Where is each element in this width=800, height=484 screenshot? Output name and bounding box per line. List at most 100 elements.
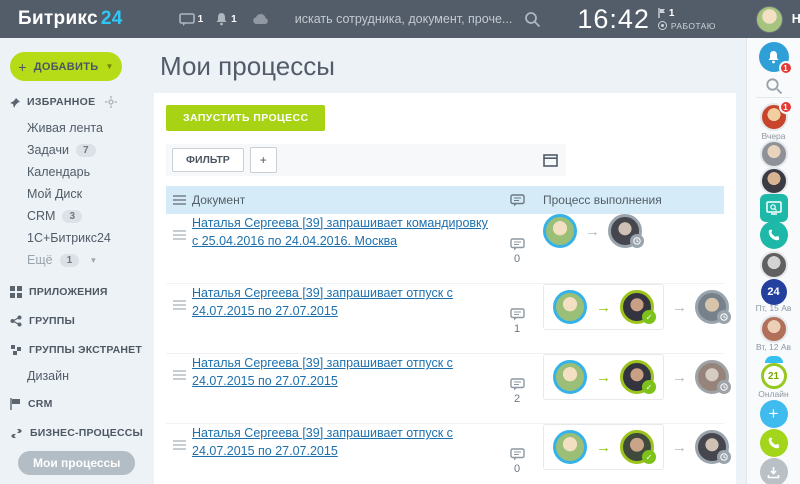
- rail-chat-contact[interactable]: [760, 251, 788, 279]
- comments-counter[interactable]: 1: [510, 284, 525, 353]
- check-badge-icon: ✓: [642, 380, 656, 394]
- add-button[interactable]: + ДОБАВИТЬ ▼: [10, 52, 122, 81]
- rail-scroll-indicator[interactable]: [765, 356, 783, 363]
- chat-messages-button[interactable]: 1: [179, 13, 204, 26]
- process-stages: → ✓ →: [543, 354, 729, 400]
- filter-button[interactable]: ФИЛЬТР: [172, 148, 244, 172]
- sidebar-section-business-processes[interactable]: БИЗНЕС-ПРОЦЕССЫ: [10, 425, 146, 441]
- rail-chat-contact[interactable]: [760, 167, 788, 195]
- callback-button[interactable]: [760, 221, 788, 249]
- search-icon[interactable]: [524, 11, 541, 28]
- user-avatar[interactable]: [756, 6, 783, 33]
- drag-handle-icon[interactable]: [173, 298, 186, 312]
- avatar-approved[interactable]: ✓: [620, 430, 654, 464]
- sidebar-item-more[interactable]: Ещё1▾: [27, 249, 146, 271]
- table-row: Наталья Сергеева [39] запрашивает отпуск…: [166, 424, 724, 484]
- comments-counter[interactable]: 2: [510, 354, 525, 423]
- bell-icon: [215, 12, 228, 26]
- chevron-down-icon: ▾: [91, 255, 96, 266]
- chat-bubble-icon: [179, 13, 195, 26]
- process-cycle-icon: [10, 428, 23, 439]
- online-counter[interactable]: 21: [761, 363, 787, 389]
- avatar-approved[interactable]: ✓: [620, 360, 654, 394]
- rail-notifications-button[interactable]: 1: [759, 42, 789, 72]
- global-search[interactable]: искать сотрудника, документ, проче...: [295, 11, 542, 28]
- bitrix-logo[interactable]: Битрикс24: [18, 8, 123, 30]
- download-app-button[interactable]: [760, 458, 788, 484]
- comment-icon: [510, 238, 525, 251]
- comments-counter[interactable]: 0: [510, 424, 525, 484]
- plus-icon: +: [18, 59, 26, 75]
- rail-chat-contact[interactable]: [760, 140, 788, 168]
- completed-stage-card: → ✓: [543, 424, 664, 470]
- user-menu[interactable]: Наталья Сергеева ▼: [756, 6, 800, 33]
- sidebar-item-calendar[interactable]: Календарь: [27, 161, 146, 183]
- rail-chat-contact[interactable]: 1: [760, 103, 788, 131]
- avatar-initiator[interactable]: [553, 290, 587, 324]
- drag-handle-icon[interactable]: [173, 228, 186, 242]
- sidebar-item-my-disk[interactable]: Мой Диск: [27, 183, 146, 205]
- avatar-waiting-approver[interactable]: [695, 290, 729, 324]
- drag-handle-icon[interactable]: [173, 368, 186, 382]
- blocks-icon: [10, 344, 22, 356]
- counter-badge: 3: [62, 210, 82, 223]
- completed-stage-card: → ✓: [543, 284, 664, 330]
- share-icon: [10, 315, 22, 327]
- process-stages: → ✓ →: [543, 424, 729, 470]
- sidebar-section-groups[interactable]: ГРУППЫ: [10, 313, 146, 329]
- add-filter-button[interactable]: +: [250, 147, 277, 173]
- notifications-button[interactable]: 1: [215, 12, 237, 26]
- avatar-waiting-approver[interactable]: [608, 214, 642, 248]
- filter-toolbar: ФИЛЬТР +: [166, 144, 566, 176]
- day-counter-badge[interactable]: 24: [761, 279, 787, 305]
- rail-divider: [756, 97, 792, 98]
- drag-handle-icon[interactable]: [173, 438, 186, 452]
- user-name: Наталья Сергеева: [792, 12, 800, 26]
- avatar-waiting-approver[interactable]: [695, 430, 729, 464]
- grid-settings-icon[interactable]: [543, 154, 558, 167]
- call-button[interactable]: [760, 429, 788, 457]
- sidebar-item-tasks[interactable]: Задачи7: [27, 139, 146, 161]
- sidebar-item-live-feed[interactable]: Живая лента: [27, 117, 146, 139]
- left-sidebar: + ДОБАВИТЬ ▼ ИЗБРАННОЕ Живая лента Задач…: [0, 38, 146, 484]
- menu-icon[interactable]: [173, 193, 186, 207]
- sidebar-item-design[interactable]: Дизайн: [27, 369, 146, 383]
- avatar-initiator[interactable]: [553, 430, 587, 464]
- sidebar-item-crm[interactable]: CRM3: [27, 205, 146, 227]
- cloud-icon[interactable]: [251, 13, 269, 25]
- rail-chat-contact[interactable]: [760, 315, 788, 343]
- column-header-process[interactable]: Процесс выполнения: [537, 193, 724, 207]
- sidebar-item-my-processes-active[interactable]: Мои процессы: [18, 451, 135, 475]
- favorites-header: ИЗБРАННОЕ: [10, 96, 146, 108]
- document-link[interactable]: Наталья Сергеева [39] запрашивает отпуск…: [192, 414, 453, 458]
- screen-share-button[interactable]: [760, 194, 788, 222]
- arrow-icon: →: [585, 223, 600, 240]
- flag-icon: [10, 398, 21, 410]
- avatar-waiting-approver[interactable]: [695, 360, 729, 394]
- download-icon: [767, 466, 780, 479]
- start-process-button[interactable]: ЗАПУСТИТЬ ПРОЦЕСС: [166, 105, 325, 131]
- document-link[interactable]: Наталья Сергеева [39] запрашивает отпуск…: [192, 274, 453, 318]
- document-link[interactable]: Наталья Сергеева [39] запрашивает отпуск…: [192, 344, 453, 388]
- worktime-widget[interactable]: 16:42 1 РАБОТАЮ: [577, 4, 715, 35]
- avatar-approved[interactable]: ✓: [620, 290, 654, 324]
- clock-badge-icon: [717, 380, 731, 394]
- avatar-initiator[interactable]: [553, 360, 587, 394]
- online-label: Онлайн: [758, 389, 788, 399]
- document-link[interactable]: Наталья Сергеева [39] запрашивает команд…: [192, 204, 488, 248]
- sidebar-section-crm[interactable]: CRM: [10, 396, 146, 412]
- gear-icon[interactable]: [105, 96, 117, 108]
- avatar-initiator[interactable]: [543, 214, 577, 248]
- flag-count: 1: [669, 8, 675, 19]
- top-header: Битрикс24 1 1 искать сотрудника, докумен…: [0, 0, 800, 38]
- sidebar-section-apps[interactable]: ПРИЛОЖЕНИЯ: [10, 284, 146, 300]
- comment-count: 1: [514, 323, 520, 335]
- arrow-icon: →: [672, 369, 687, 386]
- sidebar-section-extranet-groups[interactable]: ГРУППЫ ЭКСТРАНЕТ: [10, 342, 146, 358]
- comments-counter[interactable]: 0: [510, 214, 525, 283]
- sidebar-item-1c-bitrix[interactable]: 1С+Битрикс24: [27, 227, 146, 249]
- comments-column-icon: [510, 194, 525, 207]
- rail-add-button[interactable]: +: [760, 400, 788, 428]
- work-status-label: РАБОТАЮ: [671, 21, 716, 31]
- rail-date-label: Вт, 12 Ав: [756, 342, 791, 352]
